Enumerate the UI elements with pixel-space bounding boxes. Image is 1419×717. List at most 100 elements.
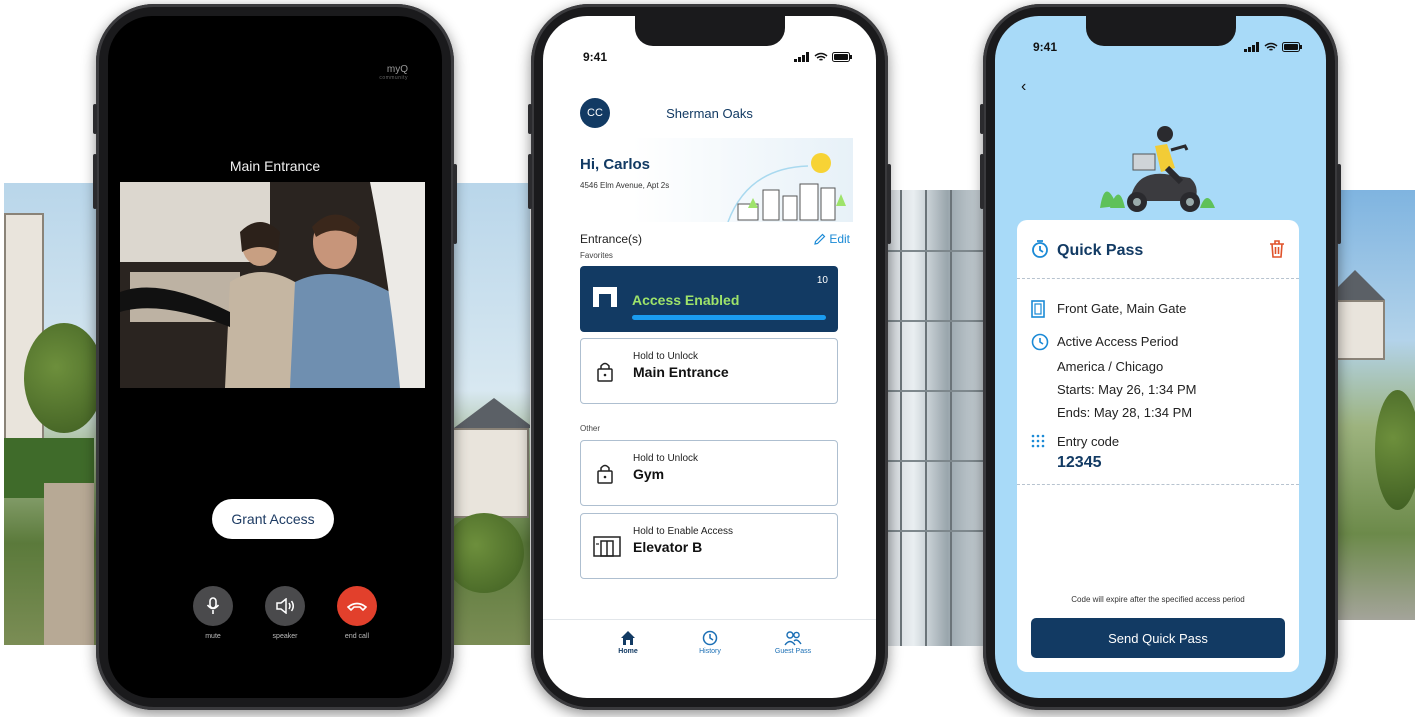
gate-door-icon bbox=[1031, 300, 1045, 318]
favorite-access-card[interactable]: Access Enabled 10 bbox=[580, 266, 838, 332]
mute-control[interactable]: mute bbox=[193, 586, 233, 640]
tree bbox=[24, 323, 104, 433]
door-name: Gym bbox=[633, 466, 665, 482]
tab-history-label: History bbox=[699, 648, 721, 655]
call-title: Main Entrance bbox=[229, 158, 321, 174]
lock-icon bbox=[597, 464, 613, 484]
door-card-elevator-b[interactable]: Hold to Enable Access Elevator B bbox=[580, 513, 838, 579]
back-chevron-icon[interactable]: ‹ bbox=[1021, 78, 1026, 96]
speaker-label: speaker bbox=[272, 633, 298, 640]
houses-scene bbox=[1325, 190, 1415, 620]
timer-icon bbox=[1032, 240, 1048, 258]
brand-sub: community bbox=[379, 75, 408, 81]
access-progress-bar bbox=[632, 315, 826, 320]
door-card-main-entrance[interactable]: Hold to Unlock Main Entrance bbox=[580, 338, 838, 404]
sidewalk bbox=[44, 483, 94, 645]
notch bbox=[1085, 16, 1236, 46]
quick-pass-screen: 9:41 ‹ Quick Pass Front Gate, Main Gate … bbox=[995, 16, 1326, 698]
send-quick-pass-button[interactable]: Send Quick Pass bbox=[1031, 618, 1285, 658]
house bbox=[449, 428, 529, 518]
city-illustration bbox=[727, 153, 846, 223]
door-name: Elevator B bbox=[633, 539, 703, 555]
mute-label: mute bbox=[205, 633, 221, 640]
shrub bbox=[444, 513, 524, 593]
marketing-composite: myQ community Main Entrance Grant Access… bbox=[0, 0, 1419, 717]
intercom-call-screen: myQ community Main Entrance Grant Access… bbox=[108, 16, 442, 698]
signal-icon bbox=[1244, 42, 1259, 52]
other-label: Other bbox=[580, 424, 601, 433]
lock-icon bbox=[597, 362, 613, 382]
tab-history[interactable]: History bbox=[675, 628, 745, 655]
tab-home[interactable]: Home bbox=[593, 628, 663, 655]
entry-code-value: 12345 bbox=[1057, 454, 1102, 471]
end-call-label: end call bbox=[344, 633, 370, 640]
house-roof bbox=[454, 398, 530, 428]
entry-code-label: Entry code bbox=[1057, 434, 1120, 449]
favorites-label: Favorites bbox=[580, 251, 613, 260]
status-icons bbox=[1244, 42, 1302, 52]
house bbox=[1330, 300, 1385, 360]
clock-icon bbox=[1031, 333, 1049, 351]
door-hint: Hold to Unlock bbox=[633, 453, 699, 464]
signal-icon bbox=[794, 52, 809, 62]
end-call-button[interactable] bbox=[337, 586, 377, 626]
quick-pass-title: Quick Pass bbox=[1057, 242, 1144, 259]
wifi-icon bbox=[1264, 42, 1278, 51]
access-enabled-title: Access Enabled bbox=[632, 292, 740, 308]
timezone-text: America / Chicago bbox=[1057, 359, 1164, 374]
brand-name: myQ bbox=[386, 64, 408, 75]
elevator-icon bbox=[593, 536, 621, 557]
trash-icon[interactable] bbox=[1269, 240, 1285, 258]
home-screen: 9:41 CC Sherman Oaks Hi, Carlos 4546 Elm… bbox=[543, 16, 876, 698]
speaker-button[interactable] bbox=[265, 586, 305, 626]
scooter-illustration bbox=[1100, 126, 1215, 212]
video-feed-image bbox=[120, 182, 425, 388]
status-time: 9:41 bbox=[1033, 40, 1058, 54]
home-icon bbox=[621, 631, 635, 645]
door-name: Main Entrance bbox=[633, 364, 729, 380]
wifi-icon bbox=[814, 52, 828, 61]
tab-home-label: Home bbox=[618, 648, 638, 655]
phone-call-device: myQ community Main Entrance Grant Access… bbox=[93, 4, 457, 710]
myq-logo: myQ community bbox=[379, 64, 408, 81]
hero-banner bbox=[578, 138, 853, 223]
tab-guest-pass[interactable]: Guest Pass bbox=[758, 628, 828, 655]
access-count: 10 bbox=[816, 275, 828, 286]
door-hint: Hold to Enable Access bbox=[633, 526, 734, 537]
door-hint: Hold to Unlock bbox=[633, 351, 699, 362]
end-call-control[interactable]: end call bbox=[337, 586, 377, 640]
people-icon bbox=[784, 631, 802, 646]
edit-label: Edit bbox=[829, 232, 850, 246]
divider bbox=[1017, 278, 1299, 279]
expiry-note: Code will expire after the specified acc… bbox=[1071, 595, 1245, 604]
pencil-icon bbox=[814, 233, 826, 245]
tree bbox=[1375, 390, 1415, 510]
bottom-tab-bar: Home History Guest Pass bbox=[543, 619, 876, 679]
gates-text: Front Gate, Main Gate bbox=[1057, 301, 1187, 316]
mute-button[interactable] bbox=[193, 586, 233, 626]
gate-icon bbox=[593, 287, 617, 307]
microphone-icon bbox=[206, 597, 220, 614]
grant-access-button[interactable]: Grant Access bbox=[212, 499, 334, 539]
door-card-gym[interactable]: Hold to Unlock Gym bbox=[580, 440, 838, 506]
clock-icon bbox=[702, 630, 718, 646]
status-icons bbox=[794, 52, 852, 62]
phone-quick-pass-device: 9:41 ‹ Quick Pass Front Gate, Main Gate … bbox=[980, 4, 1341, 710]
access-period-label: Active Access Period bbox=[1057, 334, 1179, 349]
notch bbox=[634, 16, 785, 46]
keypad-icon bbox=[1031, 434, 1045, 448]
starts-text: Starts: May 26, 1:34 PM bbox=[1057, 382, 1197, 397]
phone-app-device: 9:41 CC Sherman Oaks Hi, Carlos 4546 Elm… bbox=[528, 4, 891, 710]
tab-guest-pass-label: Guest Pass bbox=[774, 648, 812, 655]
quick-pass-card: Quick Pass Front Gate, Main Gate Active … bbox=[1017, 220, 1299, 672]
greeting: Hi, Carlos bbox=[580, 156, 651, 173]
community-name[interactable]: Sherman Oaks bbox=[543, 106, 876, 121]
status-time: 9:41 bbox=[583, 50, 608, 64]
edit-button[interactable]: Edit bbox=[814, 232, 850, 246]
speaker-control[interactable]: speaker bbox=[265, 586, 305, 640]
ends-text: Ends: May 28, 1:34 PM bbox=[1057, 405, 1193, 420]
battery-icon bbox=[832, 52, 852, 62]
address: 4546 Elm Avenue, Apt 2s bbox=[580, 181, 670, 190]
speaker-icon bbox=[276, 598, 294, 614]
video-feed bbox=[120, 182, 425, 388]
